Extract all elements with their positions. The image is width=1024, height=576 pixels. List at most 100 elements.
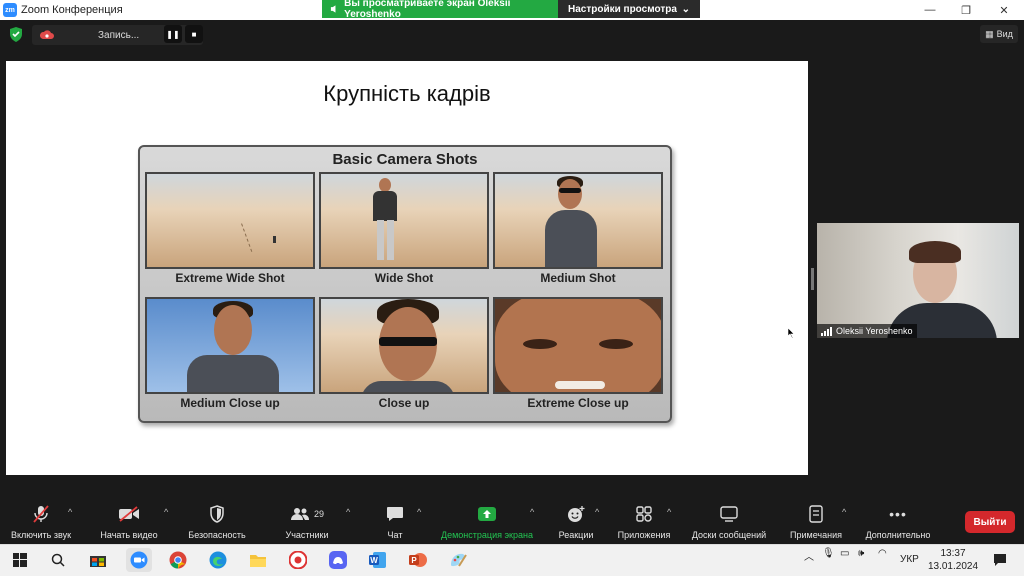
start-video-button[interactable]: Начать видео (94, 499, 164, 544)
shared-screen: Крупність кадрів Basic Camera Shots Extr… (6, 61, 808, 475)
chat-button[interactable]: Чат (378, 499, 412, 544)
whiteboards-label: Доски сообщений (691, 530, 767, 540)
explorer-taskbar-icon[interactable] (246, 548, 270, 572)
notes-label: Примечания (790, 530, 842, 540)
share-screen-button[interactable]: Демонстрация экрана (434, 499, 540, 544)
notification-icon (994, 554, 1006, 566)
camera-shots-poster: Basic Camera Shots Extreme Wide Shot Wid… (138, 145, 672, 423)
powerpoint-taskbar-icon[interactable]: P (406, 548, 430, 572)
discord-taskbar-icon[interactable] (326, 548, 350, 572)
grid-view-icon: ▦ (985, 28, 994, 39)
tray-microphone-icon[interactable]: 🎙 (822, 548, 835, 559)
microphone-muted-icon (33, 505, 49, 523)
start-button[interactable] (8, 548, 32, 572)
tray-wifi-icon[interactable]: ◠ (878, 548, 887, 559)
share-banner: Вы просматриваете экран Oleksii Yeroshen… (322, 0, 700, 20)
shot-caption: Medium Shot (540, 271, 616, 285)
close-button[interactable]: ✕ (986, 0, 1022, 20)
chat-icon (387, 507, 403, 521)
chat-options-caret[interactable]: ^ (417, 507, 421, 517)
shield-check-icon[interactable] (9, 27, 23, 42)
apps-options-caret[interactable]: ^ (667, 507, 671, 517)
windows-taskbar (0, 544, 1024, 576)
app-taskbar-icon-red[interactable] (286, 548, 310, 572)
participant-name-tag: Oleksii Yeroshenko (817, 324, 917, 338)
windows-logo-icon (13, 553, 27, 567)
zoom-app-icon: zm (3, 3, 17, 17)
participants-button[interactable]: 29 Участники (274, 499, 340, 544)
start-video-label: Начать видео (100, 530, 158, 540)
video-options-caret[interactable]: ^ (164, 507, 168, 517)
participant-video[interactable] (817, 223, 1019, 338)
edge-taskbar-icon[interactable] (206, 548, 230, 572)
slide-title: Крупність кадрів (323, 81, 491, 106)
notifications-button[interactable] (988, 548, 1012, 572)
panel-resize-handle[interactable] (811, 268, 814, 290)
shot-medium: Medium Shot (493, 172, 663, 285)
language-indicator[interactable]: УКР (900, 554, 919, 565)
clock-date: 13.01.2024 (927, 561, 979, 572)
discord-icon (329, 551, 347, 569)
apps-label: Приложения (617, 530, 671, 540)
extreme-close-up-image (493, 297, 663, 394)
extreme-wide-image (145, 172, 315, 269)
participants-icon (290, 508, 310, 520)
maximize-button[interactable]: ❐ (948, 0, 984, 20)
stop-icon: ■ (191, 29, 197, 39)
security-button[interactable]: Безопасность (182, 499, 252, 544)
paint-taskbar-icon[interactable] (446, 548, 470, 572)
reactions-options-caret[interactable]: ^ (595, 507, 599, 517)
share-screen-icon (478, 507, 496, 521)
store-taskbar-icon[interactable] (86, 548, 110, 572)
chrome-taskbar-icon[interactable] (166, 548, 190, 572)
edge-icon (209, 551, 227, 569)
tray-volume-icon[interactable]: 🕪 (858, 548, 864, 559)
notes-button[interactable]: Примечания (782, 499, 850, 544)
participants-count: 29 (313, 509, 324, 519)
leave-button[interactable]: Выйти (965, 511, 1015, 533)
taskbar-clock[interactable]: 13:37 13.01.2024 (925, 547, 981, 573)
audio-options-caret[interactable]: ^ (68, 507, 72, 517)
close-up-image (319, 297, 489, 394)
view-button[interactable]: ▦ Вид (980, 25, 1018, 43)
view-button-label: Вид (996, 29, 1013, 39)
participants-options-caret[interactable]: ^ (346, 507, 350, 517)
shot-caption: Medium Close up (180, 396, 280, 410)
powerpoint-icon: P (409, 553, 427, 567)
more-button[interactable]: ••• Дополнительно (858, 499, 938, 544)
share-status: Вы просматриваете экран Oleksii Yeroshen… (322, 0, 558, 20)
security-shield-icon (210, 505, 224, 523)
notes-options-caret[interactable]: ^ (842, 507, 846, 517)
zoom-taskbar-icon[interactable] (126, 548, 152, 572)
search-icon (51, 553, 65, 567)
shot-caption: Extreme Wide Shot (175, 271, 285, 285)
shot-wide: Wide Shot (319, 172, 489, 285)
unmute-button[interactable]: Включить звук (6, 499, 76, 544)
chevron-down-icon: ⌄ (681, 3, 690, 15)
stop-recording-button[interactable]: ■ (185, 25, 203, 43)
search-button[interactable] (46, 548, 70, 572)
pause-icon: ❚❚ (166, 29, 180, 39)
more-label: Дополнительно (865, 530, 931, 540)
chrome-icon (169, 551, 187, 569)
share-options-caret[interactable]: ^ (530, 507, 534, 517)
store-icon (90, 556, 106, 567)
minimize-button[interactable]: — (912, 0, 948, 20)
share-screen-label: Демонстрация экрана (441, 530, 533, 540)
svg-text:W: W (370, 556, 378, 565)
whiteboards-button[interactable]: Доски сообщений (684, 499, 774, 544)
view-options-button[interactable]: Настройки просмотра ⌄ (558, 0, 700, 18)
poster-title: Basic Camera Shots (332, 151, 478, 168)
tray-overflow-icon[interactable]: ︿ (804, 548, 814, 563)
word-icon: W (369, 552, 386, 568)
word-taskbar-icon[interactable]: W (366, 548, 390, 572)
security-label: Безопасность (188, 530, 246, 540)
mouse-cursor-icon (788, 328, 795, 338)
folder-icon (250, 554, 266, 567)
apps-button[interactable]: Приложения (612, 499, 676, 544)
pause-recording-button[interactable]: ❚❚ (164, 25, 182, 43)
zoom-icon (130, 551, 148, 569)
reactions-button[interactable]: Реакции (553, 499, 599, 544)
svg-text:P: P (411, 556, 417, 565)
tray-battery-icon[interactable]: ▭ (840, 548, 849, 559)
